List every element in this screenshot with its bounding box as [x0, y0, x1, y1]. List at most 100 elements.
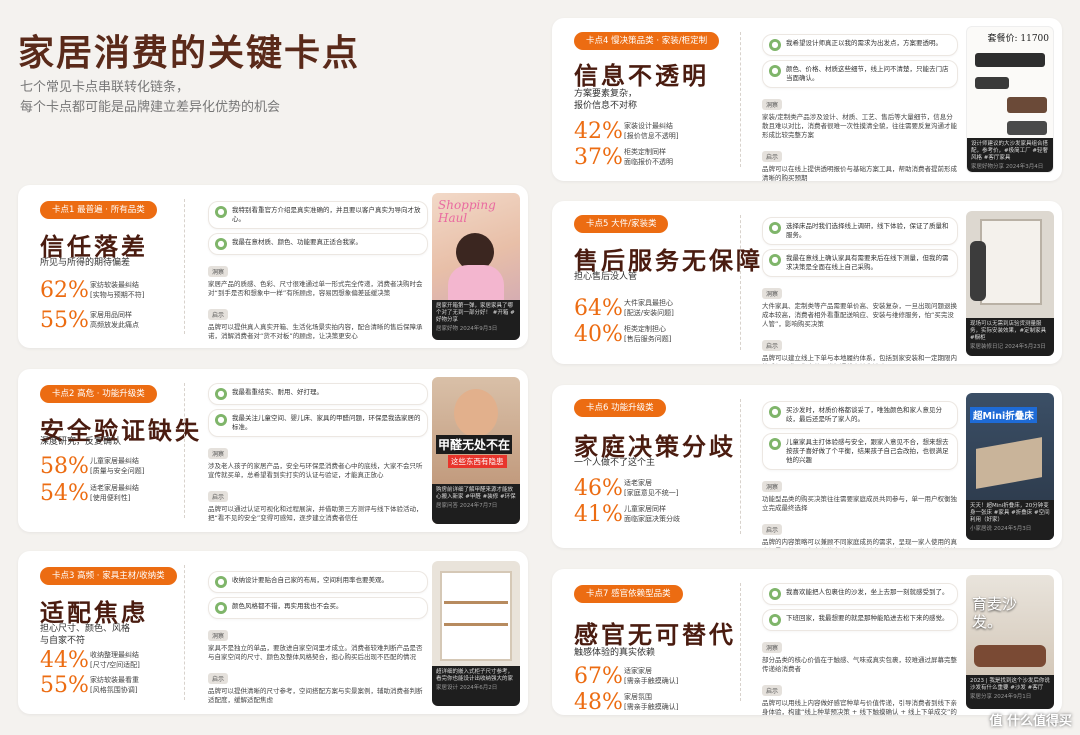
- stat-desc: 家纺软装最纠结 [实物与预期不符]: [90, 280, 144, 300]
- card-title: 感官无可替代: [574, 620, 736, 649]
- stat-line: 家居氛围: [624, 693, 652, 701]
- stat-line: 儿童家居最纠结: [90, 457, 139, 465]
- quote-bubble: ● 颜色风格都不错，再实用我也不会买。: [208, 597, 428, 619]
- photo-caption: 购房前详细了解甲醛来源才能放心搬入新家 #甲醛 #装修 #环保 居家问答 2024…: [432, 484, 520, 524]
- photo-meta: 小家居说 2024年5月3日: [970, 526, 1032, 532]
- user-avatar-icon: ●: [215, 388, 227, 400]
- divider: [740, 583, 741, 701]
- photo-caption: 天天！超Mini折叠床，20分钟变身一张床 #家具 #折叠床 #空间利用（好家）…: [966, 500, 1054, 540]
- quote-text: 我最关注儿童空间、婴儿床、家具的甲醛问题，环保是我选家居的标准。: [232, 414, 421, 431]
- card-badge: 卡点4 慢决策品类 · 家装/柜定制: [574, 32, 720, 50]
- shelf-line: [444, 601, 508, 604]
- cabinet-shape: [440, 571, 512, 661]
- stat-line: [需亲手触摸确认]: [624, 677, 679, 685]
- photo-title: Shopping Haul: [438, 198, 496, 225]
- user-avatar-icon: ●: [769, 406, 781, 418]
- stat-line: 大件家具最担心: [624, 299, 673, 307]
- hint-label: 启示: [762, 685, 783, 696]
- photo-formaldehyde: 甲醛无处不在 这些东西有隐患 购房前详细了解甲醛来源才能放心搬入新家 #甲醛 #…: [432, 377, 520, 524]
- hint-text: 品牌可以建立线上下单与本地履约体系，包括到家安装和一定期限内的质保承诺，为大件品…: [762, 354, 957, 364]
- stat-item: 67% 适家家居 [需亲手触摸确认]: [574, 663, 678, 689]
- card-subtitle: 所见与所得的期待偏差: [40, 258, 131, 268]
- price-text: 套餐价: 11700: [987, 34, 1049, 44]
- stat-line: 面临报价不透明: [624, 158, 673, 166]
- wardrobe-shape: [980, 219, 1042, 305]
- card-badge: 卡点1 最普遍 · 所有品类: [40, 201, 157, 219]
- insight-text: 家居产品的质感、色彩、尺寸很难通过单一形式完全传递，消费者决购时会对“到手是否和…: [208, 280, 423, 297]
- quote-bubble: ● 下班回家，我最想要的就是那种能陷进去松下来的感觉。: [762, 609, 958, 631]
- stat-percent: 46%: [574, 475, 623, 501]
- hint-text: 品牌可以提供清晰的尺寸参考，空间搭配方案与实景案例，辅助消费者判断适配度，缓解适…: [208, 687, 423, 704]
- stat-percent: 62%: [40, 277, 89, 303]
- card-badge: 卡点3 高频 · 家具主材/收纳类: [40, 567, 177, 585]
- stat-desc: 家纺软装最看重 [风格氛围协调]: [90, 675, 139, 695]
- card-subtitle: 一个人做不了这个主: [574, 458, 656, 468]
- stat-line: 高频放发此痛点: [90, 321, 139, 329]
- card-safety-verification: 卡点2 高危 · 功能升级类 安全验证缺失 深度研究，反复确认 58% 儿童家居…: [18, 369, 528, 532]
- quote-text: 选择床品时我们选择线上调研，线下体验，保证了质量和服务。: [786, 222, 949, 239]
- user-avatar-icon: ●: [215, 238, 227, 250]
- hint-label: 启示: [762, 340, 783, 351]
- insight-text: 部分品类的核心价值在于触感、气味或真实包裹，较难通过屏幕完整传递给消费者: [762, 656, 957, 673]
- stat-item: 55% 家纺软装最看重 [风格氛围协调]: [40, 672, 139, 698]
- stat-item: 44% 收纳整理最纠结 [尺寸/空间适配]: [40, 647, 140, 673]
- stat-line: 家纺软装最看重: [90, 676, 139, 684]
- card-badge: 卡点7 感官依赖型品类: [574, 585, 683, 603]
- subtitle-line-1: 七个常见卡点串联转化链条，: [20, 80, 190, 95]
- user-avatar-icon: ●: [215, 414, 227, 426]
- photo-caption-text: 2023 | 我是找到这个沙发后你说沙发有什么重要 #沙发 #客厅: [970, 678, 1050, 691]
- photo-cabinet: 超详细的嵌入式柜子尺寸参考，看完你也能设计出收纳强大的家 家居设计 2024年6月…: [432, 561, 520, 706]
- photo-installation: 现场可以无需到店验货测量服务，实际安装效果，#定制家具 #橱柜 家居装修日记 20…: [966, 211, 1054, 356]
- stat-desc: 柜类定制担心 [售后服务问题]: [624, 324, 671, 344]
- stat-line: 家装设计最纠结: [624, 122, 673, 130]
- stat-line: [配送/安装问题]: [624, 309, 674, 317]
- sofa-shape: [974, 645, 1046, 667]
- user-avatar-icon: ●: [769, 222, 781, 234]
- quotes-panel: ● 我最看重结实、耐用、好打理。 ● 我最关注儿童空间、婴儿床、家具的甲醛问题，环保…: [208, 383, 428, 523]
- quote-bubble: ● 我喜欢能把人包裹住的沙发，坐上去那一刻就感受到了。: [762, 583, 958, 605]
- bed-shape: [1007, 97, 1047, 113]
- card-fit-anxiety: 卡点3 高频 · 家具主材/收纳类 适配焦虑 担心尺寸、颜色、风格 与自家不符 …: [18, 551, 528, 714]
- stat-line: [实物与预期不符]: [90, 291, 145, 299]
- stat-item: 37% 柜类定制同样 面临报价不透明: [574, 144, 673, 170]
- user-avatar-icon: ●: [215, 576, 227, 588]
- stat-desc: 儿童家居最纠结 [质量与安全问题]: [90, 456, 144, 476]
- photo-meta: 居家好物 2024年9月3日: [436, 326, 498, 332]
- quote-text: 颜色风格都不错，再实用我也不会买。: [232, 602, 343, 610]
- quote-bubble: ● 选择床品时我们选择线上调研，线下体验，保证了质量和服务。: [762, 217, 958, 245]
- stat-desc: 适老家居 [家庭意见不统一]: [624, 478, 678, 498]
- insight-label: 洞察: [208, 266, 229, 277]
- quote-text: 颜色、价格、材质这些细节，线上问不清楚，只能去门店当面确认。: [786, 65, 949, 82]
- insight-label: 洞察: [762, 642, 783, 653]
- insight-label: 洞察: [762, 288, 783, 299]
- quotes-panel: ● 选择床品时我们选择线上调研，线下体验，保证了质量和服务。 ● 我最在意线上确认家…: [762, 217, 958, 364]
- stat-desc: 家居用品同样 高频放发此痛点: [90, 310, 139, 330]
- photo-subtitle: 这些东西有隐患: [448, 455, 507, 468]
- card-after-sales: 卡点5 大件/家装类 售后服务无保障 担心售后没人管 64% 大件家具最担心 [配…: [552, 201, 1062, 364]
- stat-line: [使用便利性]: [90, 494, 131, 502]
- quotes-panel: ● 我喜欢能把人包裹住的沙发，坐上去那一刻就感受到了。 ● 下班回家，我最想要的就是…: [762, 583, 958, 715]
- card-info-opacity: 卡点4 慢决策品类 · 家装/柜定制 信息不透明 方案要素复杂， 报价信息不对称…: [552, 18, 1062, 181]
- insight-text: 家装/定制类产品涉及设计、材质、工艺、售后等大量细节，信息分散且难以对比，消费者…: [762, 113, 957, 139]
- sofa-shape: [975, 53, 1045, 67]
- photo-meta: 家居设计 2024年6月2日: [436, 685, 498, 691]
- quotes-panel: ● 买沙发时，材质价格都谈妥了，唯独颜色和家人意见分歧，最后还是听了家人的。 ● 儿…: [762, 401, 958, 548]
- stat-percent: 54%: [40, 480, 89, 506]
- stat-percent: 37%: [574, 144, 623, 170]
- quote-text: 收纳设计要贴合自己家的布局，空间利用率也要美观。: [232, 576, 388, 584]
- stat-desc: 适家家居 [需亲手触摸确认]: [624, 666, 678, 686]
- quotes-panel: ● 我特别看重官方介绍是真实准确的，并且要以客户真实为导向才放心。 ● 我最在意材质…: [208, 201, 428, 341]
- stat-percent: 42%: [574, 118, 623, 144]
- user-avatar-icon: ●: [769, 438, 781, 450]
- stat-desc: 收纳整理最纠结 [尺寸/空间适配]: [90, 650, 140, 670]
- quote-bubble: ● 颜色、价格、材质这些细节，线上问不清楚，只能去门店当面确认。: [762, 60, 958, 88]
- quote-text: 我特别看重官方介绍是真实准确的，并且要以客户真实为导向才放心。: [232, 206, 421, 223]
- divider: [740, 32, 741, 167]
- user-avatar-icon: ●: [215, 602, 227, 614]
- user-avatar-icon: ●: [769, 65, 781, 77]
- stat-percent: 40%: [574, 321, 623, 347]
- photo-caption: 设计师建议的大沙发家具组合搭配，参考价，#极简工厂 #轻奢风格 #客厅家具 家居好…: [967, 138, 1053, 172]
- stat-line: 儿童家居同样: [624, 505, 666, 513]
- quote-bubble: ● 我最关注儿童空间、婴儿床、家具的甲醛问题，环保是我选家居的标准。: [208, 409, 428, 437]
- card-subtitle: 触感体验的真实依赖: [574, 648, 656, 658]
